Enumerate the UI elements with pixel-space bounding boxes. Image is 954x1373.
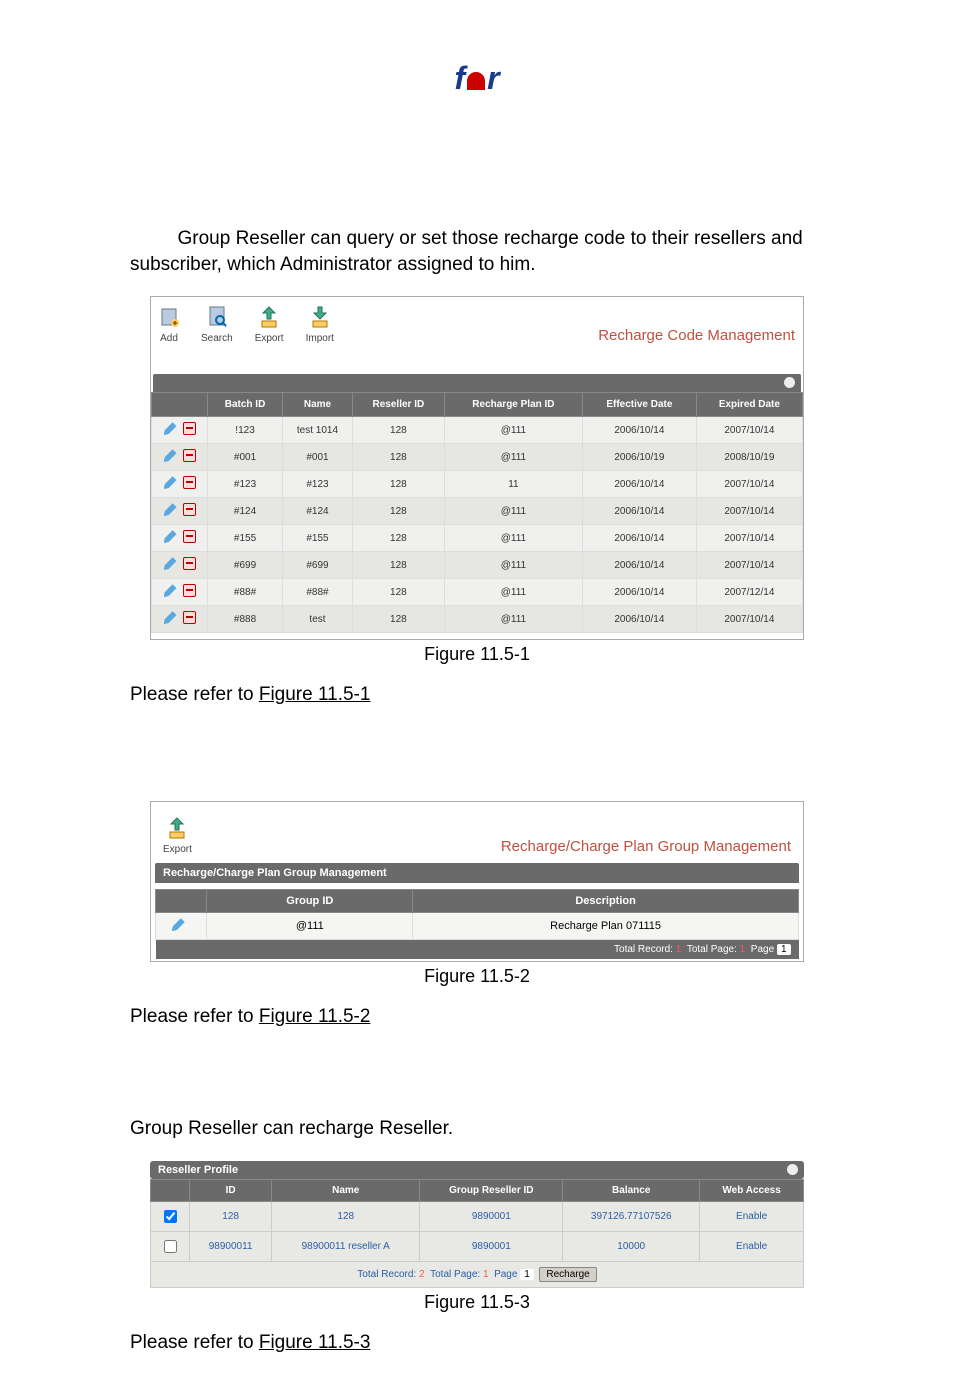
- col-actions: [152, 393, 208, 417]
- col-actions: [156, 890, 207, 913]
- add-icon: [159, 305, 179, 329]
- search-label: Search: [201, 333, 233, 344]
- row-checkbox[interactable]: [164, 1240, 177, 1253]
- edit-icon[interactable]: [164, 584, 177, 597]
- delete-icon[interactable]: [183, 503, 196, 516]
- refer-2: Please refer to Figure 11.5-2: [130, 1006, 824, 1028]
- add-label: Add: [160, 333, 178, 344]
- figure-2-box: Export Recharge/Charge Plan Group Manage…: [150, 801, 804, 962]
- col-check: [151, 1179, 190, 1201]
- table-row: #001#001128@1112006/10/192008/10/19: [152, 444, 803, 471]
- delete-icon[interactable]: [183, 449, 196, 462]
- delete-icon[interactable]: [183, 584, 196, 597]
- page-input[interactable]: 1: [777, 944, 791, 955]
- page: fr Group Reseller can query or set those…: [0, 0, 954, 1354]
- recharge-button[interactable]: Recharge: [539, 1267, 596, 1282]
- refer-3: Please refer to Figure 11.5-3: [130, 1332, 824, 1354]
- delete-icon[interactable]: [183, 476, 196, 489]
- paragraph-3: Group Reseller can recharge Reseller.: [130, 1116, 824, 1142]
- refer-1: Please refer to Figure 11.5-1: [130, 684, 824, 706]
- paragraph-1: Group Reseller can query or set those re…: [130, 226, 824, 277]
- table-row: #888test128@1112006/10/142007/10/14: [152, 606, 803, 633]
- page-input[interactable]: 1: [520, 1269, 534, 1280]
- refer2-link[interactable]: Figure 11.5-2: [259, 1006, 371, 1027]
- import-icon: [310, 305, 330, 329]
- table-row: 9890001198900011 reseller A989000110000E…: [151, 1231, 804, 1261]
- logo-text: fr: [454, 60, 499, 97]
- delete-icon[interactable]: [183, 530, 196, 543]
- edit-icon[interactable]: [172, 918, 185, 931]
- export-icon: [167, 816, 187, 840]
- refer1-link[interactable]: Figure 11.5-1: [259, 684, 371, 705]
- fig3-header: Reseller Profile: [150, 1161, 804, 1179]
- delete-icon[interactable]: [183, 611, 196, 624]
- import-button[interactable]: Import: [306, 305, 334, 344]
- export-button[interactable]: Export: [163, 816, 192, 855]
- col-groupid: Group ID: [207, 890, 413, 913]
- import-label: Import: [306, 333, 334, 344]
- fig2-title: Recharge/Charge Plan Group Management: [501, 838, 791, 855]
- table-row: #124#124128@1112006/10/142007/10/14: [152, 498, 803, 525]
- export-label: Export: [163, 844, 192, 855]
- fig1-header-row: Batch ID Name Reseller ID Recharge Plan …: [152, 393, 803, 417]
- col-name: Name: [272, 1179, 420, 1201]
- add-button[interactable]: Add: [159, 305, 179, 344]
- figure-3-box: Reseller Profile IDNameGroup Reseller ID…: [150, 1161, 804, 1288]
- edit-icon[interactable]: [164, 422, 177, 435]
- table-row: #88##88#128@1112006/10/142007/12/14: [152, 579, 803, 606]
- col-webaccess: Web Access: [700, 1179, 804, 1201]
- table-row: #155#155128@1112006/10/142007/10/14: [152, 525, 803, 552]
- col-gresid: Group Reseller ID: [420, 1179, 563, 1201]
- fig1-toolbar: Add Search Export Import Recharge Code M…: [151, 297, 803, 354]
- table-row: @111Recharge Plan 071115: [156, 913, 799, 940]
- export-label: Export: [255, 333, 284, 344]
- table-row: #123#123128112006/10/142007/10/14: [152, 471, 803, 498]
- delete-icon[interactable]: [183, 557, 196, 570]
- edit-icon[interactable]: [164, 557, 177, 570]
- fig3-footer: Total Record: 2 Total Page: 1 Page 1 Rec…: [151, 1261, 804, 1287]
- logo-area: fr: [0, 0, 954, 97]
- edit-icon[interactable]: [164, 530, 177, 543]
- col-desc: Description: [413, 890, 799, 913]
- col-balance: Balance: [563, 1179, 700, 1201]
- col-expdate: Expired Date: [696, 393, 802, 417]
- search-button[interactable]: Search: [201, 305, 233, 344]
- delete-icon[interactable]: [183, 422, 196, 435]
- fig3-table: IDNameGroup Reseller IDBalanceWeb Access…: [150, 1179, 804, 1288]
- search-icon: [207, 305, 227, 329]
- col-id: ID: [190, 1179, 272, 1201]
- edit-icon[interactable]: [164, 611, 177, 624]
- fig1-search-tab[interactable]: [153, 374, 801, 392]
- col-effdate: Effective Date: [583, 393, 697, 417]
- col-name: Name: [283, 393, 353, 417]
- col-planid: Recharge Plan ID: [444, 393, 582, 417]
- export-icon: [259, 305, 279, 329]
- edit-icon[interactable]: [164, 476, 177, 489]
- fig3-caption: Figure 11.5-3: [130, 1288, 824, 1313]
- fig1-title: Recharge Code Management: [598, 327, 795, 344]
- fig2-table: Group IDDescription @111Recharge Plan 07…: [155, 889, 799, 959]
- fig2-footer: Total Record: 1 Total Page: 1 Page 1: [156, 940, 799, 960]
- table-row: 1281289890001397126.77107526Enable: [151, 1201, 804, 1231]
- fig1-caption: Figure 11.5-1: [130, 640, 824, 665]
- table-row: #699#699128@1112006/10/142007/10/14: [152, 552, 803, 579]
- col-batchid: Batch ID: [208, 393, 283, 417]
- col-resellerid: Reseller ID: [352, 393, 444, 417]
- export-button[interactable]: Export: [255, 305, 284, 344]
- fig2-header-bar: Recharge/Charge Plan Group Management: [155, 863, 799, 883]
- edit-icon[interactable]: [164, 449, 177, 462]
- edit-icon[interactable]: [164, 503, 177, 516]
- fig1-table: Batch ID Name Reseller ID Recharge Plan …: [151, 392, 803, 633]
- fig2-caption: Figure 11.5-2: [130, 962, 824, 987]
- row-checkbox[interactable]: [164, 1210, 177, 1223]
- figure-1-box: Add Search Export Import Recharge Code M…: [150, 296, 804, 640]
- table-row: !123test 1014128@1112006/10/142007/10/14: [152, 417, 803, 444]
